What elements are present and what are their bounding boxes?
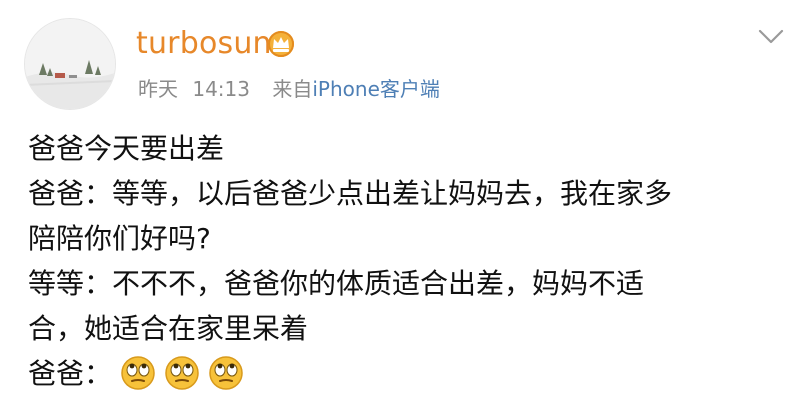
content-line: 陪陪你们好吗? xyxy=(28,222,211,255)
post-time: 14:13 xyxy=(192,77,250,101)
eye-roll-emoji xyxy=(120,355,156,391)
content-line: 爸爸： xyxy=(28,357,113,390)
post-content: 爸爸今天要出差 爸爸：等等，以后爸爸少点出差让妈妈去，我在家多 陪陪你们好吗? … xyxy=(28,126,788,396)
eye-roll-emoji xyxy=(164,355,200,391)
chevron-down-icon[interactable] xyxy=(758,28,784,46)
snow-landscape-image xyxy=(25,19,115,109)
username[interactable]: turbosun xyxy=(136,26,272,62)
eye-roll-emoji xyxy=(208,355,244,391)
device-link[interactable]: iPhone客户端 xyxy=(312,77,440,101)
content-line: 合，她适合在家里呆着 xyxy=(28,312,309,345)
via-prefix: 来自 xyxy=(272,77,313,101)
post-meta: 昨天 14:13 来自iPhone客户端 xyxy=(138,76,440,102)
post-day: 昨天 xyxy=(138,77,178,101)
crown-icon xyxy=(268,31,294,57)
avatar[interactable] xyxy=(24,18,116,110)
content-line: 爸爸：等等，以后爸爸少点出差让妈妈去，我在家多 xyxy=(28,177,673,210)
content-line: 等等：不不不，爸爸你的体质适合出差，妈妈不适 xyxy=(28,267,645,300)
content-line: 爸爸今天要出差 xyxy=(28,132,225,165)
content-line-last: 爸爸： xyxy=(28,351,788,396)
